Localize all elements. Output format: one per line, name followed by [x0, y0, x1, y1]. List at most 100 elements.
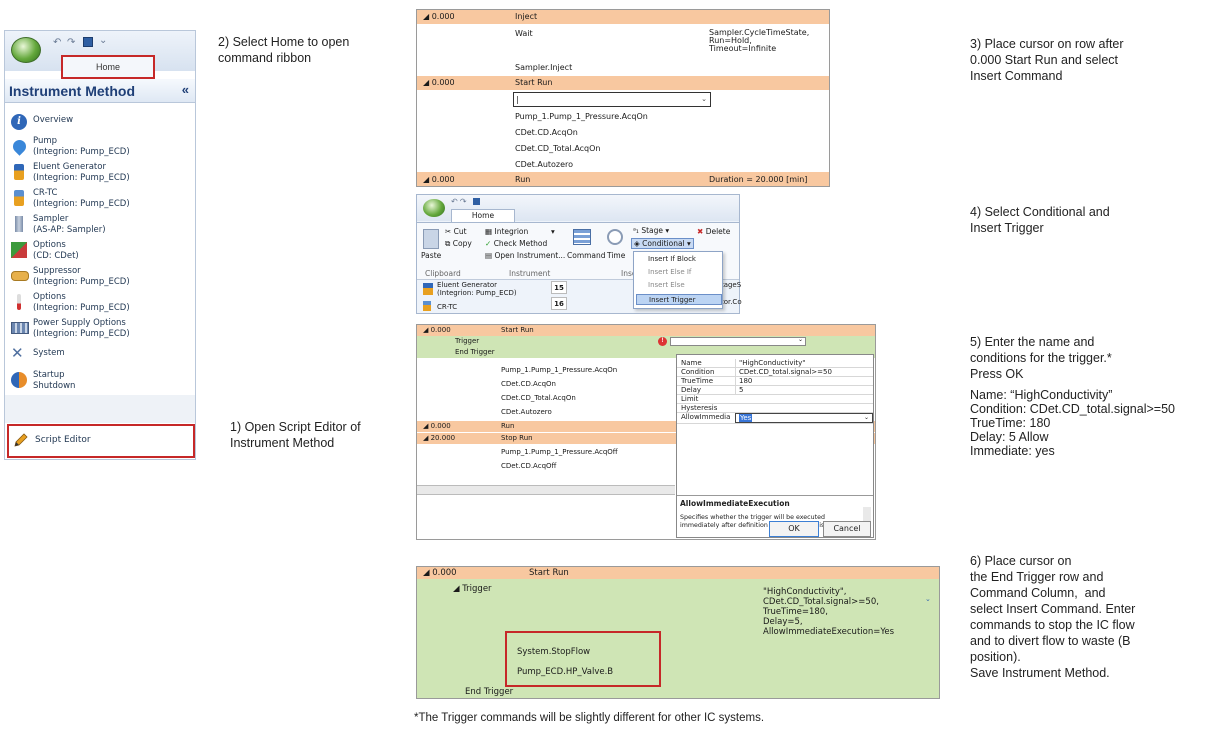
dropdown-arrow-icon[interactable]: ⌄	[701, 95, 707, 103]
power-supply-icon	[11, 322, 29, 334]
command-button[interactable]: Command	[567, 251, 606, 260]
property-row[interactable]: Name "HighConductivity"	[677, 359, 873, 368]
home-ribbon: ↶ ↷ Home Paste ✂ Cut ⧉ Copy Clipboard ▦ …	[416, 194, 742, 314]
save-icon[interactable]	[473, 198, 480, 205]
menu-item-insert-trigger[interactable]: Insert Trigger	[636, 294, 722, 305]
script-editor-grid-3: ◢ 0.000 Start Run Trigger ! ⌄ End Trigge…	[416, 324, 876, 540]
sidebar-item-suppressor[interactable]: Suppressor (Integrion: Pump_ECD)	[9, 265, 193, 291]
cr-tc-icon	[14, 190, 24, 206]
app-orb-icon[interactable]	[423, 199, 445, 217]
stage-button[interactable]: ᵃ₁ Stage ▾	[633, 226, 669, 235]
command-input[interactable]: | ⌄	[513, 92, 711, 107]
sidebar-item-pump[interactable]: Pump (Integrion: Pump_ECD)	[9, 135, 193, 161]
tab-home[interactable]: Home	[451, 209, 515, 222]
sidebar-item-cr-tc[interactable]: CR-TC (Integrion: Pump_ECD)	[9, 187, 193, 213]
horizontal-scrollbar[interactable]	[417, 485, 675, 495]
sidebar-item-eluent-generator[interactable]: Eluent Generator (Integrion: Pump_ECD)	[9, 161, 193, 187]
property-row[interactable]: Limit	[677, 395, 873, 404]
trigger-args-input[interactable]: ⌄	[670, 337, 806, 346]
property-row[interactable]: Hysteresis	[677, 404, 873, 413]
sidebar-item-script-editor[interactable]: Script Editor	[7, 424, 195, 458]
sidebar-item-options-cd[interactable]: Options (CD: CDet)	[9, 239, 193, 265]
table-row[interactable]: ◢ 0.000 Start Run	[417, 567, 939, 579]
table-row[interactable]: Pump_1.Pump_1_Pressure.AcqOn	[417, 109, 829, 123]
table-row[interactable]: Trigger ! ⌄	[417, 336, 875, 347]
command-icon[interactable]	[573, 229, 591, 245]
app-orb-icon[interactable]	[11, 37, 41, 63]
table-row[interactable]: CDet.CD_Total.AcqOn	[417, 141, 829, 155]
command-stop-flow[interactable]: System.StopFlow	[517, 647, 590, 657]
dropdown-arrow-icon[interactable]: ⌄	[798, 336, 803, 343]
instrument-method-panel: ↶ ↷ ⌄ Home Instrument Method « i Overvie…	[4, 30, 196, 460]
sidebar-item-label: Overview	[33, 115, 74, 125]
sidebar-item-label: Eluent Generator (Integrion: Pump_ECD)	[33, 162, 130, 183]
menu-item-insert-else-if[interactable]: Insert Else If	[636, 267, 722, 278]
time-button[interactable]: Time	[607, 251, 625, 260]
cut-button[interactable]: ✂ Cut	[445, 227, 467, 236]
copy-button[interactable]: ⧉ Copy	[445, 239, 472, 249]
row-number: 16	[551, 297, 567, 310]
error-icon: !	[658, 337, 667, 346]
footnote: *The Trigger commands will be slightly d…	[414, 712, 765, 724]
chevron-down-icon[interactable]: ▾	[551, 227, 555, 236]
property-row[interactable]: AllowImmedia Yes ⌄	[677, 413, 873, 424]
sidebar-item-overview[interactable]: i Overview	[9, 111, 193, 137]
table-row[interactable]: CDet.CD.AcqOn	[417, 125, 829, 139]
table-row[interactable]: ◢ 0.000 Start Run	[417, 325, 875, 336]
cancel-button[interactable]: Cancel	[823, 521, 871, 537]
dropdown-arrow-icon[interactable]: ⌄	[864, 413, 869, 422]
sidebar-item-sampler[interactable]: Sampler (AS-AP: Sampler)	[9, 213, 193, 239]
redo-icon[interactable]: ↷	[67, 37, 75, 48]
table-row[interactable]: ◢ 0.000 Inject	[417, 10, 829, 24]
dropdown-arrow-icon[interactable]: ⌄	[925, 595, 931, 603]
sidebar-item-label: System	[33, 348, 65, 358]
collapse-icon[interactable]: «	[182, 82, 189, 97]
options-icon	[11, 242, 27, 258]
undo-icon[interactable]: ↶	[53, 37, 61, 48]
instrument-method-header: Instrument Method «	[5, 79, 195, 103]
script-editor-grid-4: ◢ 0.000 Start Run ◢ Trigger "HighConduct…	[416, 566, 940, 699]
delete-button[interactable]: ✖ Delete	[697, 227, 730, 236]
table-row[interactable]: ◢ Trigger "HighConductivity", CDet.CD_To…	[417, 581, 939, 641]
suppressor-icon	[11, 271, 29, 281]
undo-icon[interactable]: ↶ ↷	[451, 197, 467, 206]
paste-button[interactable]: Paste	[421, 251, 441, 260]
save-icon[interactable]	[83, 37, 93, 47]
tab-home[interactable]: Home	[61, 55, 155, 79]
property-row[interactable]: Condition CDet.CD_total.signal>=50	[677, 368, 873, 377]
script-editor-grid-1: ◢ 0.000 Inject Wait Sampler.CycleTimeSta…	[416, 9, 830, 187]
sidebar-item-startup[interactable]: Startup Shutdown	[9, 369, 193, 395]
allow-immediate-select[interactable]: Yes ⌄	[735, 413, 873, 423]
sampler-icon	[15, 216, 23, 232]
step-4-note: 4) Select Conditional and Insert Trigger	[970, 205, 1110, 235]
table-row[interactable]: CDet.Autozero	[417, 157, 829, 171]
paste-icon[interactable]	[423, 229, 439, 249]
end-trigger-row[interactable]: End Trigger	[465, 687, 513, 697]
command-hp-valve-b[interactable]: Pump_ECD.HP_Valve.B	[517, 667, 613, 677]
options-thermo-icon	[17, 294, 21, 310]
eluent-generator-icon	[423, 283, 433, 295]
ok-button[interactable]: OK	[769, 521, 819, 537]
step-6-note: 6) Place cursor on the End Trigger row a…	[970, 554, 1136, 680]
conditional-button[interactable]: ◈ Conditional ▾	[631, 238, 694, 249]
menu-item-insert-else[interactable]: Insert Else	[636, 280, 722, 291]
property-row[interactable]: Delay 5	[677, 386, 873, 395]
clock-icon[interactable]	[607, 229, 623, 245]
list-item: CR-TC	[437, 303, 458, 311]
property-row[interactable]: TrueTime 180	[677, 377, 873, 386]
qat-dropdown-icon[interactable]: ⌄	[99, 35, 107, 46]
conditional-menu: Insert If Block Insert Else If Insert El…	[633, 251, 723, 309]
table-row[interactable]: ◢ 0.000 Start Run	[417, 76, 829, 90]
nav-spacer	[5, 395, 195, 423]
table-row[interactable]: Sampler.Inject	[417, 60, 829, 74]
open-instrument-button[interactable]: ▤ Open Instrument...	[485, 251, 565, 260]
group-label-clipboard: Clipboard	[425, 269, 461, 278]
sidebar-item-power-supply[interactable]: Power Supply Options (Integrion: Pump_EC…	[9, 317, 193, 343]
table-row[interactable]: ◢ 0.000 Run Duration = 20.000 [min]	[417, 172, 829, 186]
integrion-select[interactable]: ▦ Integrion	[485, 227, 528, 236]
menu-item-insert-if-block[interactable]: Insert If Block	[636, 254, 722, 265]
check-method-button[interactable]: ✓ Check Method	[485, 239, 547, 248]
description-title: AllowImmediateExecution	[680, 499, 790, 508]
sidebar-item-options-integrion[interactable]: Options (Integrion: Pump_ECD)	[9, 291, 193, 317]
sidebar-item-system[interactable]: ✕ System	[9, 343, 193, 369]
